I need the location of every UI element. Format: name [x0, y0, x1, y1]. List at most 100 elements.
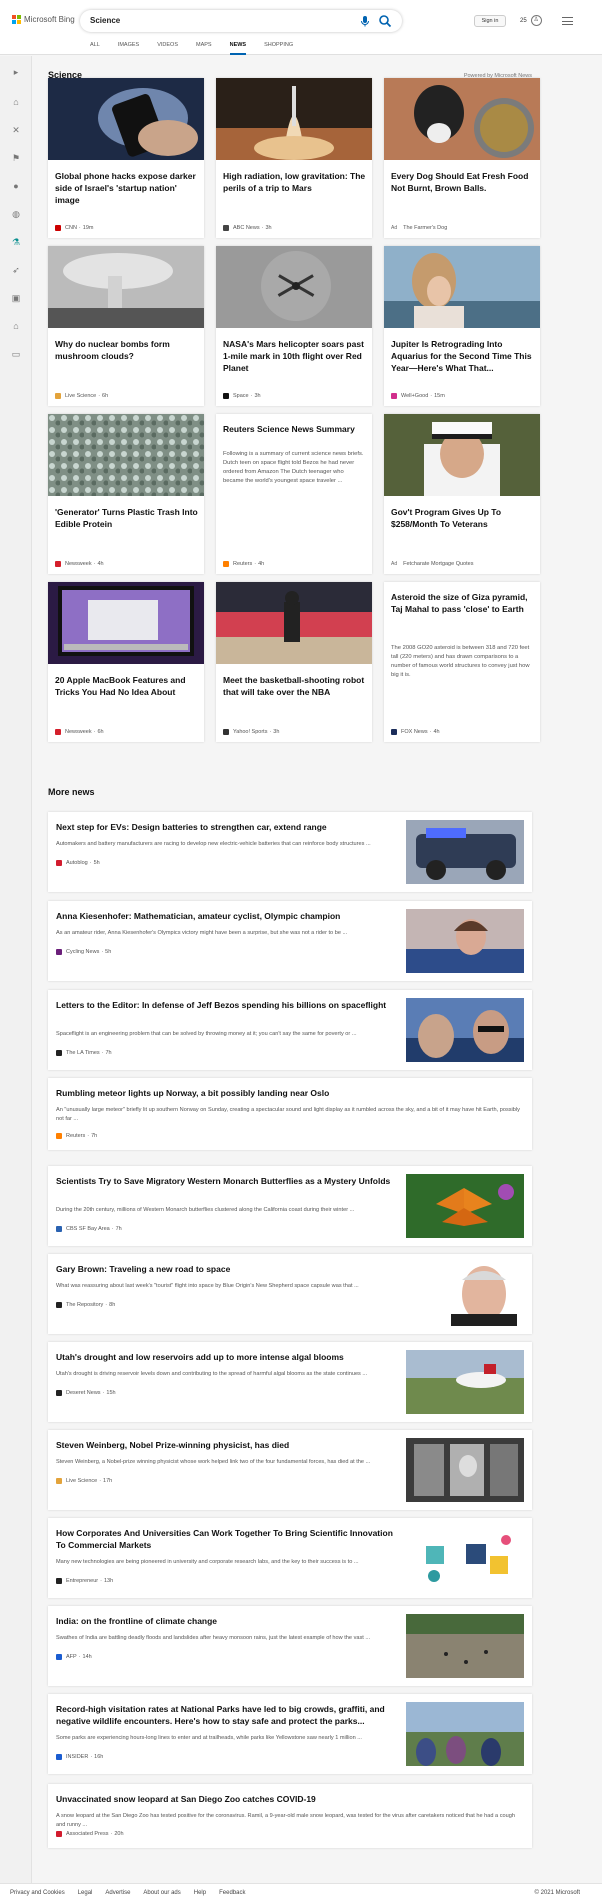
tab-images[interactable]: IMAGES: [118, 42, 139, 55]
news-row-thumbnail[interactable]: [406, 1174, 524, 1238]
tab-videos[interactable]: VIDEOS: [157, 42, 178, 55]
card-title[interactable]: Why do nuclear bombs form mushroom cloud…: [55, 338, 199, 362]
card-source[interactable]: FOX News · 4h: [391, 729, 440, 735]
card-image[interactable]: [48, 582, 204, 664]
news-row-source[interactable]: CBS SF Bay Area · 7h: [56, 1226, 122, 1232]
news-card[interactable]: NASA's Mars helicopter soars past 1-mile…: [216, 246, 372, 406]
news-row[interactable]: Utah's drought and low reservoirs add up…: [48, 1342, 532, 1422]
card-image[interactable]: [48, 246, 204, 328]
tab-all[interactable]: ALL: [90, 42, 100, 55]
news-row-title[interactable]: Record-high visitation rates at National…: [56, 1703, 401, 1727]
card-title[interactable]: Global phone hacks expose darker side of…: [55, 170, 199, 206]
tab-news[interactable]: NEWS: [229, 42, 247, 55]
news-card[interactable]: 'Generator' Turns Plastic Trash Into Edi…: [48, 414, 204, 574]
card-title[interactable]: Meet the basketball-shooting robot that …: [223, 674, 367, 698]
card-image[interactable]: [384, 246, 540, 328]
sign-in-button[interactable]: Sign in: [474, 15, 506, 27]
card-title[interactable]: 'Generator' Turns Plastic Trash Into Edi…: [55, 506, 199, 530]
news-card[interactable]: Global phone hacks expose darker side of…: [48, 78, 204, 238]
search-input[interactable]: Science: [90, 16, 120, 25]
news-card[interactable]: Why do nuclear bombs form mushroom cloud…: [48, 246, 204, 406]
footer-link[interactable]: About our ads: [143, 1890, 180, 1896]
hamburger-menu-icon[interactable]: [562, 15, 573, 28]
news-row[interactable]: Steven Weinberg, Nobel Prize-winning phy…: [48, 1430, 532, 1510]
footer-link[interactable]: Legal: [78, 1890, 93, 1896]
news-row[interactable]: Record-high visitation rates at National…: [48, 1694, 532, 1774]
news-row-source[interactable]: Reuters · 7h: [56, 1133, 97, 1139]
flag-icon[interactable]: ⚑: [10, 152, 22, 164]
card-title[interactable]: Every Dog Should Eat Fresh Food Not Burn…: [391, 170, 535, 194]
news-row-thumbnail[interactable]: [406, 820, 524, 884]
news-row-title[interactable]: Next step for EVs: Design batteries to s…: [56, 821, 401, 833]
news-row-title[interactable]: How Corporates And Universities Can Work…: [56, 1527, 401, 1551]
search-icon[interactable]: [378, 14, 392, 28]
card-title[interactable]: High radiation, low gravitation: The per…: [223, 170, 367, 194]
news-row-source[interactable]: The Repository · 8h: [56, 1302, 115, 1308]
news-row-source[interactable]: Associated Press · 20h: [56, 1831, 124, 1837]
news-row-source[interactable]: Live Science · 17h: [56, 1478, 112, 1484]
news-row[interactable]: Gary Brown: Traveling a new road to spac…: [48, 1254, 532, 1334]
card-source[interactable]: Live Science · 6h: [55, 393, 108, 399]
card-title[interactable]: Jupiter Is Retrograding Into Aquarius fo…: [391, 338, 535, 374]
news-row-source[interactable]: AFP · 14h: [56, 1654, 92, 1660]
tools-icon[interactable]: ✕: [10, 124, 22, 136]
news-row-source[interactable]: The LA Times · 7h: [56, 1050, 112, 1056]
news-row-title[interactable]: Scientists Try to Save Migratory Western…: [56, 1175, 401, 1187]
news-row[interactable]: India: on the frontline of climate chang…: [48, 1606, 532, 1686]
news-row-thumbnail[interactable]: [406, 1438, 524, 1502]
news-card[interactable]: Gov't Program Gives Up To $258/Month To …: [384, 414, 540, 574]
card-source[interactable]: Ad The Farmer's Dog: [391, 225, 447, 231]
footer-link[interactable]: Help: [194, 1890, 206, 1896]
footer-link[interactable]: Feedback: [219, 1890, 245, 1896]
news-row-thumbnail[interactable]: [406, 1262, 524, 1326]
news-row-source[interactable]: Deseret News · 15h: [56, 1390, 116, 1396]
news-row[interactable]: Next step for EVs: Design batteries to s…: [48, 812, 532, 892]
science-microscope-icon[interactable]: ⚗: [10, 236, 22, 248]
news-row[interactable]: Rumbling meteor lights up Norway, a bit …: [48, 1078, 532, 1150]
card-title[interactable]: Gov't Program Gives Up To $258/Month To …: [391, 506, 535, 530]
news-row[interactable]: Scientists Try to Save Migratory Western…: [48, 1166, 532, 1246]
card-title[interactable]: Reuters Science News Summary: [223, 423, 367, 435]
news-row-title[interactable]: Rumbling meteor lights up Norway, a bit …: [56, 1087, 401, 1099]
news-row[interactable]: Letters to the Editor: In defense of Jef…: [48, 990, 532, 1070]
news-card[interactable]: Every Dog Should Eat Fresh Food Not Burn…: [384, 78, 540, 238]
entertainment-icon[interactable]: ▣: [10, 292, 22, 304]
tab-maps[interactable]: MAPS: [196, 42, 212, 55]
card-source[interactable]: Space · 3h: [223, 393, 261, 399]
news-card[interactable]: High radiation, low gravitation: The per…: [216, 78, 372, 238]
footer-link[interactable]: Privacy and Cookies: [10, 1890, 65, 1896]
card-image[interactable]: [216, 246, 372, 328]
news-row-title[interactable]: Utah's drought and low reservoirs add up…: [56, 1351, 401, 1363]
news-row-thumbnail[interactable]: [406, 1350, 524, 1414]
news-row[interactable]: Unvaccinated snow leopard at San Diego Z…: [48, 1784, 532, 1848]
card-image[interactable]: [216, 78, 372, 160]
microphone-icon[interactable]: [358, 14, 372, 28]
search-box[interactable]: Science: [80, 10, 402, 32]
news-row-title[interactable]: Steven Weinberg, Nobel Prize-winning phy…: [56, 1439, 401, 1451]
news-row-thumbnail[interactable]: [406, 1526, 524, 1590]
news-row-thumbnail[interactable]: [406, 998, 524, 1062]
news-card[interactable]: Meet the basketball-shooting robot that …: [216, 582, 372, 742]
money-icon[interactable]: ▭: [10, 348, 22, 360]
bank-icon[interactable]: ⌂: [10, 320, 22, 332]
card-source[interactable]: Well+Good · 15m: [391, 393, 445, 399]
news-row-title[interactable]: Gary Brown: Traveling a new road to spac…: [56, 1263, 401, 1275]
card-image[interactable]: [48, 78, 204, 160]
card-source[interactable]: CNN · 19m: [55, 225, 93, 231]
news-row-title[interactable]: Anna Kiesenhofer: Mathematician, amateur…: [56, 910, 401, 922]
card-image[interactable]: [384, 78, 540, 160]
card-image[interactable]: [384, 414, 540, 496]
card-source[interactable]: Newsweek · 6h: [55, 729, 104, 735]
news-row[interactable]: Anna Kiesenhofer: Mathematician, amateur…: [48, 901, 532, 981]
news-row-title[interactable]: Unvaccinated snow leopard at San Diego Z…: [56, 1793, 401, 1805]
news-row-thumbnail[interactable]: [406, 1614, 524, 1678]
card-title[interactable]: NASA's Mars helicopter soars past 1-mile…: [223, 338, 367, 374]
card-source[interactable]: Yahoo! Sports · 3h: [223, 729, 279, 735]
news-card[interactable]: Asteroid the size of Giza pyramid, Taj M…: [384, 582, 540, 742]
news-row-source[interactable]: Autoblog · 5h: [56, 860, 100, 866]
card-source[interactable]: Reuters · 4h: [223, 561, 264, 567]
footer-link[interactable]: Advertise: [105, 1890, 130, 1896]
card-image[interactable]: [216, 582, 372, 664]
news-row-source[interactable]: INSIDER · 16h: [56, 1754, 103, 1760]
home-icon[interactable]: ⌂: [10, 96, 22, 108]
